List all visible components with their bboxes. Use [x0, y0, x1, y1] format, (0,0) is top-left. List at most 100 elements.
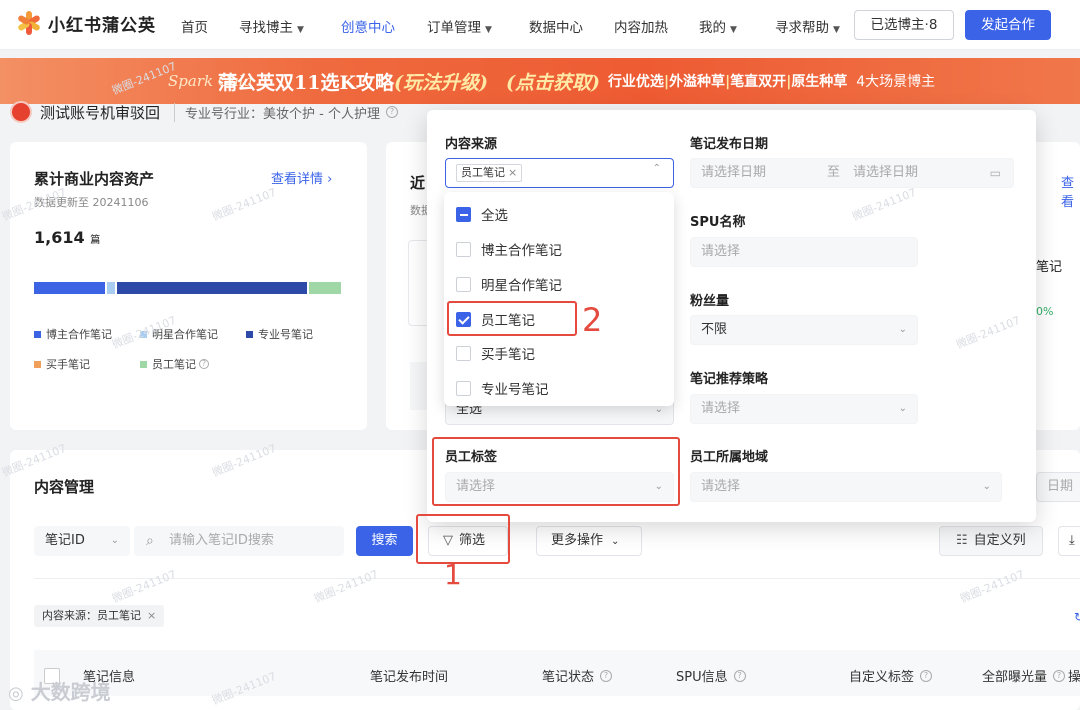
- legend-label: 专业号笔记: [258, 328, 313, 341]
- selected-source-tag[interactable]: 员工笔记 ×: [456, 164, 523, 182]
- chevron-up-icon: ⌃: [652, 163, 661, 174]
- legend-label: 买手笔记: [46, 358, 90, 371]
- nav-help[interactable]: 寻求帮助 ▼: [775, 16, 840, 36]
- content-source-select[interactable]: 员工笔记 × ⌃: [445, 158, 674, 188]
- promo-banner[interactable]: Spark Gala 蒲公英双11选K攻略(玩法升级) (点击获取) 行业优选|…: [0, 58, 1080, 104]
- id-type-select[interactable]: 笔记ID ⌄: [34, 526, 130, 556]
- active-filter-tag[interactable]: 内容来源：员工笔记 ×: [34, 605, 165, 627]
- option-select-all[interactable]: 全选: [456, 204, 508, 224]
- legend-employee-notes: 员工笔记?: [140, 356, 209, 372]
- nav-mine[interactable]: 我的 ▼: [699, 16, 737, 36]
- nav-content-boost-label: 内容加热: [614, 20, 668, 36]
- recent-right-percent: 0%: [1036, 305, 1054, 318]
- col-note-status[interactable]: 笔记状态?: [542, 666, 613, 685]
- start-cooperation-button[interactable]: 发起合作: [965, 10, 1051, 40]
- bar-segment: [107, 282, 116, 294]
- brand-logo[interactable]: 小红书蒲公英: [16, 10, 156, 36]
- download-button[interactable]: ⤓: [1058, 526, 1080, 556]
- caret-down-icon: ▼: [730, 25, 737, 35]
- caret-down-icon: ▼: [833, 25, 840, 35]
- highlight-filter-button: [416, 514, 510, 564]
- nav-data-center[interactable]: 数据中心: [529, 16, 583, 36]
- help-icon[interactable]: ?: [199, 359, 209, 369]
- chevron-down-icon: ⌄: [110, 535, 119, 546]
- view-detail-link[interactable]: 查看详情 ›: [271, 168, 332, 187]
- download-icon: ⤓: [1069, 533, 1075, 548]
- chevron-down-icon: ⌄: [611, 536, 620, 547]
- publish-date-label: 笔记发布日期: [690, 137, 769, 152]
- checkbox[interactable]: [456, 380, 471, 396]
- col-spu-info[interactable]: SPU信息?: [676, 666, 746, 685]
- nav-home[interactable]: 首页: [181, 16, 208, 36]
- col-label: 操: [1068, 670, 1080, 685]
- close-icon[interactable]: ×: [508, 166, 517, 179]
- checkbox-indeterminate[interactable]: [456, 206, 471, 222]
- recent-right-label: 笔记: [1036, 260, 1063, 275]
- option-label: 明星合作笔记: [481, 278, 562, 294]
- spark-gala-logo: Spark Gala: [168, 71, 253, 90]
- more-actions-button[interactable]: 更多操作 ⌄: [536, 526, 642, 556]
- option-label: 全选: [481, 208, 508, 224]
- option-buyer-notes[interactable]: 买手笔记: [456, 343, 535, 363]
- legend-label: 员工笔记: [152, 358, 196, 371]
- selected-source-label: 员工笔记: [461, 166, 505, 179]
- recent-view-link[interactable]: 查看: [1061, 172, 1080, 210]
- date-range-right[interactable]: 日期: [1036, 472, 1080, 502]
- help-icon[interactable]: ?: [920, 669, 933, 682]
- help-icon[interactable]: ?: [600, 669, 613, 682]
- close-icon[interactable]: ×: [147, 609, 156, 622]
- checkbox[interactable]: [456, 276, 471, 292]
- banner-tail: 4大场景博主: [856, 74, 936, 90]
- col-impressions[interactable]: 全部曝光量?: [982, 666, 1066, 685]
- nav-content-boost[interactable]: 内容加热: [614, 16, 668, 36]
- col-publish-time[interactable]: 笔记发布时间: [370, 666, 448, 685]
- caret-down-icon: ▼: [297, 25, 304, 35]
- help-icon[interactable]: ?: [385, 106, 398, 118]
- search-icon: ⌕: [146, 533, 154, 549]
- dandelion-logo-icon: [16, 10, 42, 36]
- col-label: 全部曝光量: [982, 670, 1048, 685]
- help-icon[interactable]: ?: [733, 669, 746, 682]
- option-pro-notes[interactable]: 专业号笔记: [456, 378, 549, 398]
- option-label: 专业号笔记: [481, 382, 549, 398]
- banner-tag: 外溢种草: [669, 74, 726, 90]
- nav-orders[interactable]: 订单管理 ▼: [427, 16, 492, 36]
- refresh-icon[interactable]: ↻: [1074, 610, 1080, 624]
- avatar[interactable]: [10, 101, 32, 123]
- nav-find-creators[interactable]: 寻找博主 ▼: [239, 16, 304, 36]
- chevron-down-icon: ⌄: [898, 324, 907, 335]
- option-star-notes[interactable]: 明星合作笔记: [456, 274, 562, 294]
- banner-cta[interactable]: (点击获取): [506, 68, 600, 95]
- banner-tags: 行业优选|外溢种草|笔直双开|原生种草 4大场景博主: [607, 74, 936, 90]
- nav-creative-center[interactable]: 创意中心: [341, 16, 395, 36]
- spu-name-select[interactable]: 请选择: [690, 237, 918, 267]
- checkbox[interactable]: [456, 241, 471, 257]
- option-creator-notes[interactable]: 博主合作笔记: [456, 239, 562, 259]
- fans-select[interactable]: 不限 ⌄: [690, 315, 918, 345]
- note-id-search-input[interactable]: ⌕ 请输入笔记ID搜索: [134, 526, 344, 556]
- footer-watermark-text: 大数跨境: [30, 680, 111, 704]
- custom-columns-button[interactable]: ☷ 自定义列: [939, 526, 1043, 556]
- bar-segment: [117, 282, 308, 294]
- date-end-placeholder: 请选择日期: [853, 165, 919, 180]
- annotation-number-2: 2: [582, 301, 603, 339]
- chevron-down-icon: ⌄: [982, 481, 991, 492]
- banner-headline: 蒲公英双11选K攻略(玩法升级): [218, 68, 488, 95]
- account-header: 测试账号机审驳回 专业号行业：美妆个护 - 个人护理 ?: [10, 101, 398, 123]
- publish-date-range[interactable]: 请选择日期 至 请选择日期 ▭: [690, 158, 1014, 188]
- legend-swatch: [34, 330, 41, 338]
- active-filter-label: 内容来源：员工笔记: [42, 609, 141, 622]
- asset-total-unit: 篇: [90, 235, 101, 246]
- legend-swatch: [246, 330, 253, 338]
- nav-creative-center-label: 创意中心: [341, 20, 395, 36]
- col-custom-tags[interactable]: 自定义标签?: [849, 666, 933, 685]
- employee-region-select[interactable]: 请选择 ⌄: [690, 472, 1002, 502]
- selected-creators-button[interactable]: 已选博主·8: [854, 10, 954, 40]
- checkbox[interactable]: [456, 345, 471, 361]
- strategy-select[interactable]: 请选择 ⌄: [690, 394, 918, 424]
- help-icon[interactable]: ?: [1053, 669, 1066, 682]
- legend-pro-notes: 专业号笔记: [246, 326, 313, 342]
- fans-value: 不限: [701, 322, 728, 337]
- more-actions-label: 更多操作: [551, 533, 604, 548]
- search-button[interactable]: 搜索: [356, 526, 413, 556]
